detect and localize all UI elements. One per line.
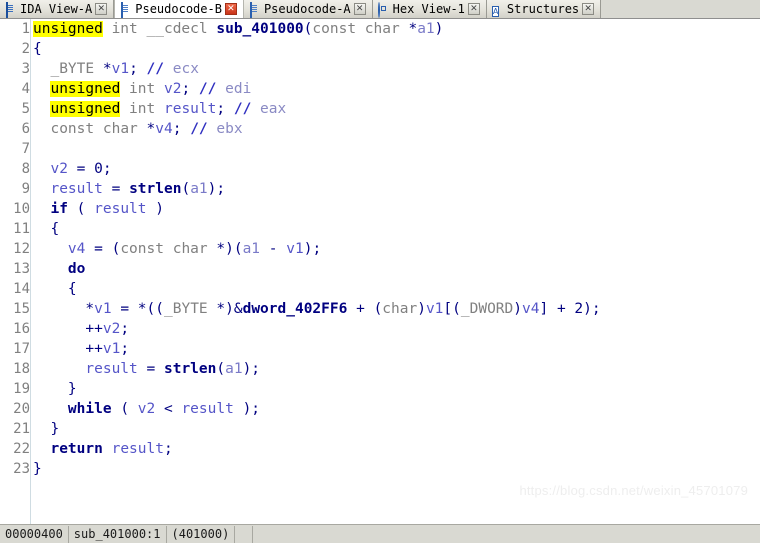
tab-label: IDA View-A [20, 2, 93, 16]
code-line[interactable]: 15 *v1 = *((_BYTE *)&dword_402FF6 + (cha… [0, 299, 760, 319]
line-number: 16 [13, 321, 30, 337]
watermark-text: https://blog.csdn.net/weixin_45701079 [519, 483, 748, 498]
structures-icon: A [491, 6, 500, 17]
line-text: unsigned int result; // eax [50, 101, 287, 117]
code-line[interactable]: 4 unsigned int v2; // edi [0, 79, 760, 99]
code-line[interactable]: 21 } [0, 419, 760, 439]
line-text: v2 = 0; [50, 161, 112, 177]
code-line[interactable]: 10 if ( result ) [0, 199, 760, 219]
code-line[interactable]: 6 const char *v4; // ebx [0, 119, 760, 139]
tab-label: Hex View-1 [392, 2, 465, 16]
tab-structures[interactable]: A Structures ✕ [486, 0, 602, 18]
code-line[interactable]: 13 do [0, 259, 760, 279]
line-text: return result; [50, 441, 173, 457]
line-text: { [50, 221, 60, 237]
tab-label: Pseudocode-B [135, 2, 222, 16]
view-tab-bar: IDA View-A ✕ Pseudocode-B ✕ Pseudocode-A… [0, 0, 760, 19]
code-line[interactable]: 1 unsigned int __cdecl sub_401000(const c… [0, 19, 760, 39]
line-number: 22 [13, 441, 30, 457]
line-number: 13 [13, 261, 30, 277]
status-bar: 00000400 sub_401000:1 (401000) [0, 524, 760, 543]
line-number: 20 [13, 401, 30, 417]
code-line[interactable]: 5 unsigned int result; // eax [0, 99, 760, 119]
line-text: const char *v4; // ebx [50, 121, 243, 137]
code-line[interactable]: 17 ++v1; [0, 339, 760, 359]
pseudocode-icon [120, 2, 132, 18]
line-text: unsigned int v2; // edi [50, 81, 252, 97]
tab-hex-view-1[interactable]: Hex View-1 ✕ [372, 0, 487, 18]
tab-label: Structures [506, 2, 580, 16]
line-text: } [67, 381, 77, 397]
line-text: ++v1; [85, 341, 130, 357]
tab-pseudocode-a[interactable]: Pseudocode-A ✕ [243, 0, 373, 18]
tab-pseudocode-b[interactable]: Pseudocode-B ✕ [114, 0, 244, 18]
code-line[interactable]: 20 while ( v2 < result ); [0, 399, 760, 419]
line-number: 17 [13, 341, 30, 357]
close-icon[interactable]: ✕ [95, 3, 108, 15]
ida-view-icon [5, 2, 17, 18]
ida-pseudocode-window: IDA View-A ✕ Pseudocode-B ✕ Pseudocode-A… [0, 0, 760, 543]
line-text: unsigned int __cdecl sub_401000(const ch… [33, 21, 444, 37]
code-line[interactable]: 11 { [0, 219, 760, 239]
code-line[interactable]: 12 v4 = (const char *)(a1 - v1); [0, 239, 760, 259]
line-text: result = strlen(a1); [50, 181, 226, 197]
line-number: 15 [13, 301, 30, 317]
line-number: 2 [21, 41, 30, 57]
close-icon[interactable]: ✕ [353, 3, 366, 15]
line-text: if ( result ) [50, 201, 164, 217]
close-icon[interactable]: ✕ [582, 3, 595, 15]
line-number: 3 [21, 61, 30, 77]
code-line[interactable]: 7 [0, 139, 760, 159]
line-number: 23 [13, 461, 30, 477]
line-text: } [50, 421, 60, 437]
line-text: { [67, 281, 77, 297]
line-text: do [67, 261, 86, 277]
line-text: while ( v2 < result ); [67, 401, 261, 417]
line-text: } [33, 461, 42, 477]
line-number: 5 [21, 101, 30, 117]
tab-ida-view-a[interactable]: IDA View-A ✕ [0, 0, 115, 18]
hex-view-icon [377, 2, 390, 18]
status-spacer [235, 525, 254, 543]
line-number: 10 [13, 201, 30, 217]
line-text: *v1 = *((_BYTE *)&dword_402FF6 + (char)v… [85, 301, 601, 317]
code-listing: 1 unsigned int __cdecl sub_401000(const c… [0, 19, 760, 479]
line-number: 19 [13, 381, 30, 397]
code-line[interactable]: 18 result = strlen(a1); [0, 359, 760, 379]
line-number: 18 [13, 361, 30, 377]
line-number: 8 [21, 161, 30, 177]
pseudocode-icon [249, 2, 261, 18]
line-number: 9 [21, 181, 30, 197]
code-line[interactable]: 23} [0, 459, 760, 479]
close-icon[interactable]: ✕ [224, 3, 237, 15]
line-text: v4 = (const char *)(a1 - v1); [67, 241, 322, 257]
code-line[interactable]: 19 } [0, 379, 760, 399]
code-line[interactable]: 8 v2 = 0; [0, 159, 760, 179]
code-line[interactable]: 14 { [0, 279, 760, 299]
line-number: 21 [13, 421, 30, 437]
line-number: 12 [13, 241, 30, 257]
line-number: 1 [21, 21, 30, 37]
line-text: result = strlen(a1); [85, 361, 261, 377]
close-icon[interactable]: ✕ [467, 3, 480, 15]
line-number: 6 [21, 121, 30, 137]
line-number: 14 [13, 281, 30, 297]
code-line[interactable]: 9 result = strlen(a1); [0, 179, 760, 199]
line-number: 4 [21, 81, 30, 97]
line-text: _BYTE *v1; // ecx [50, 61, 199, 77]
line-number: 7 [21, 141, 30, 157]
line-number: 11 [13, 221, 30, 237]
tab-label: Pseudocode-A [263, 2, 351, 16]
line-text: { [33, 41, 42, 57]
code-line[interactable]: 16 ++v2; [0, 319, 760, 339]
status-offset: 00000400 [0, 525, 69, 543]
line-text: ++v2; [85, 321, 130, 337]
code-line[interactable]: 2{ [0, 39, 760, 59]
code-line[interactable]: 22 return result; [0, 439, 760, 459]
code-line[interactable]: 3 _BYTE *v1; // ecx [0, 59, 760, 79]
status-location: sub_401000:1 [69, 525, 167, 543]
pseudocode-editor[interactable]: 1 unsigned int __cdecl sub_401000(const c… [0, 19, 760, 524]
status-address: (401000) [167, 525, 236, 543]
